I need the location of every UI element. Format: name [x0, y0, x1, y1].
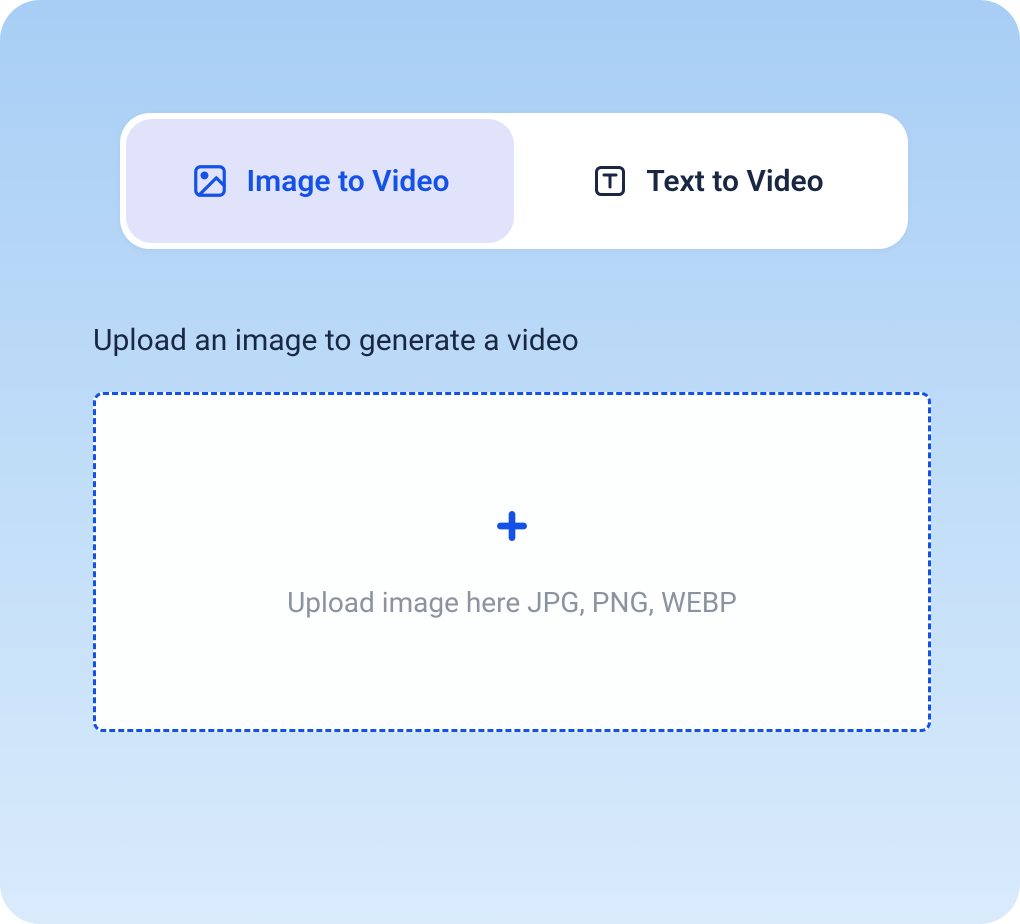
- upload-hint-text: Upload image here JPG, PNG, WEBP: [287, 586, 737, 619]
- tab-label: Text to Video: [646, 164, 823, 199]
- image-upload-dropzone[interactable]: Upload image here JPG, PNG, WEBP: [93, 392, 931, 732]
- upload-section-label: Upload an image to generate a video: [93, 323, 579, 358]
- plus-icon: [492, 506, 532, 554]
- tab-image-to-video[interactable]: Image to Video: [126, 119, 514, 243]
- video-generator-panel: Image to Video Text to Video Upload an i…: [0, 0, 1020, 924]
- mode-tab-bar: Image to Video Text to Video: [120, 113, 908, 249]
- tab-label: Image to Video: [247, 164, 450, 199]
- text-icon: [592, 163, 628, 199]
- image-icon: [191, 162, 229, 200]
- tab-text-to-video[interactable]: Text to Video: [514, 119, 902, 243]
